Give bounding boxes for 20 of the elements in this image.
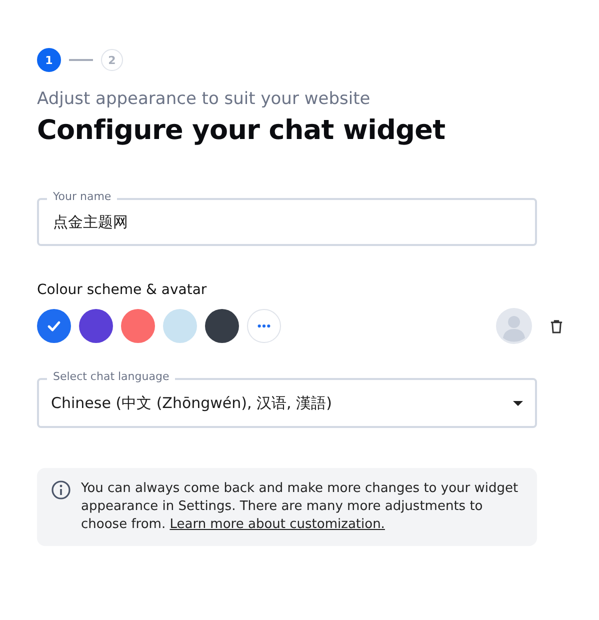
- trash-icon[interactable]: [550, 318, 563, 334]
- step-indicator[interactable]: 1: [37, 48, 61, 72]
- info-icon: [51, 480, 71, 500]
- section-label: Colour scheme & avatar: [37, 282, 208, 298]
- colour-swatch[interactable]: [205, 309, 239, 343]
- info-text: You can always come back and make more changes to your widget appearance in Settings. There are many more adjustments to choose from. Learn more about customization.: [81, 480, 520, 534]
- page-title: Configure your chat widget: [37, 115, 446, 146]
- select-value: Chinese (中文 (Zhōngwén), 汉语, 漢語): [51, 394, 332, 412]
- colour-swatch[interactable]: [163, 309, 197, 343]
- more-icon: [257, 322, 271, 330]
- caret-icon: [513, 400, 523, 406]
- colour-swatch[interactable]: [121, 309, 155, 343]
- field-value: 点金主题网: [53, 212, 128, 232]
- subtitle: Adjust appearance to suit your website: [37, 89, 372, 109]
- field-label: Select chat language: [47, 369, 176, 384]
- customization-link[interactable]: Learn more about customization.: [170, 517, 385, 532]
- colour-swatch[interactable]: [79, 309, 113, 343]
- language-select[interactable]: Select chat language Chinese (中文 (Zhōngwén), 汉语, 漢語): [37, 369, 537, 428]
- colour-swatch[interactable]: [37, 309, 71, 343]
- name-field[interactable]: Your name 点金主题网: [37, 189, 537, 246]
